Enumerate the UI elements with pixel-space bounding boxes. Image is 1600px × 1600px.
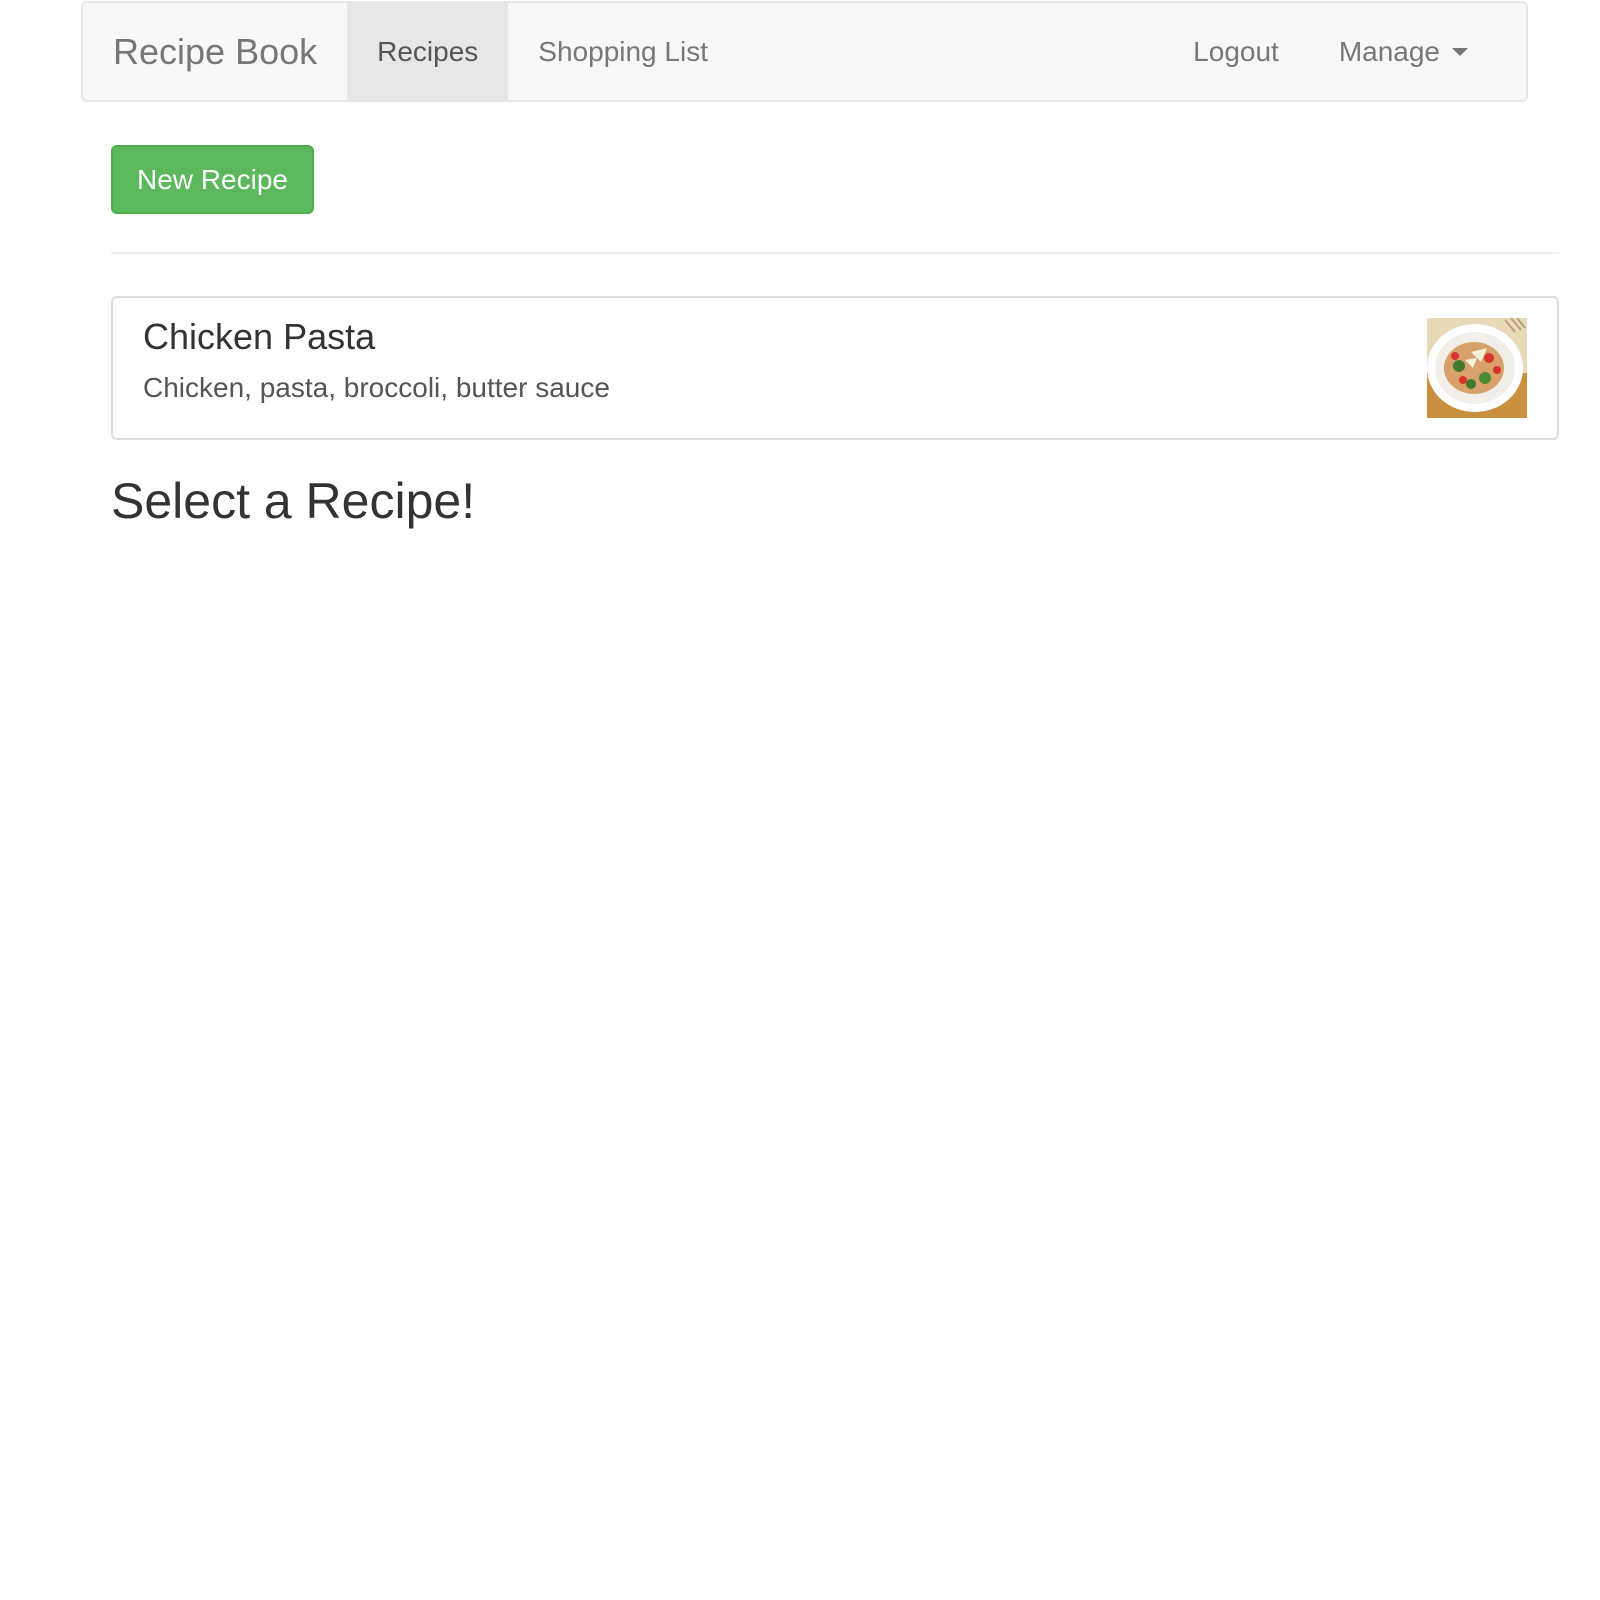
nav-shopping-list-label: Shopping List: [538, 35, 708, 67]
recipe-description: Chicken, pasta, broccoli, butter sauce: [143, 372, 610, 403]
new-recipe-button[interactable]: New Recipe: [111, 145, 314, 214]
select-recipe-heading: Select a Recipe!: [111, 473, 476, 529]
recipe-name: Chicken Pasta: [143, 316, 376, 357]
manage-dropdown[interactable]: Manage: [1309, 3, 1498, 100]
manage-dropdown-label: Manage: [1338, 35, 1440, 67]
pasta-dish-photo: [1427, 318, 1527, 418]
caret-down-icon: [1452, 47, 1468, 56]
recipe-list-item[interactable]: Chicken Pasta Chicken, pasta, broccoli, …: [111, 296, 1559, 440]
nav-shopping-list[interactable]: Shopping List: [508, 3, 738, 100]
nav-logout[interactable]: Logout: [1163, 3, 1309, 100]
brand-link[interactable]: Recipe Book: [83, 3, 347, 100]
navbar-right: Logout Manage: [1163, 3, 1526, 100]
divider: [111, 252, 1559, 254]
nav-recipes[interactable]: Recipes: [347, 3, 509, 100]
nav-logout-label: Logout: [1193, 35, 1279, 67]
nav-recipes-label: Recipes: [377, 35, 479, 67]
navbar: Recipe Book Recipes Shopping List Logout…: [81, 1, 1528, 102]
